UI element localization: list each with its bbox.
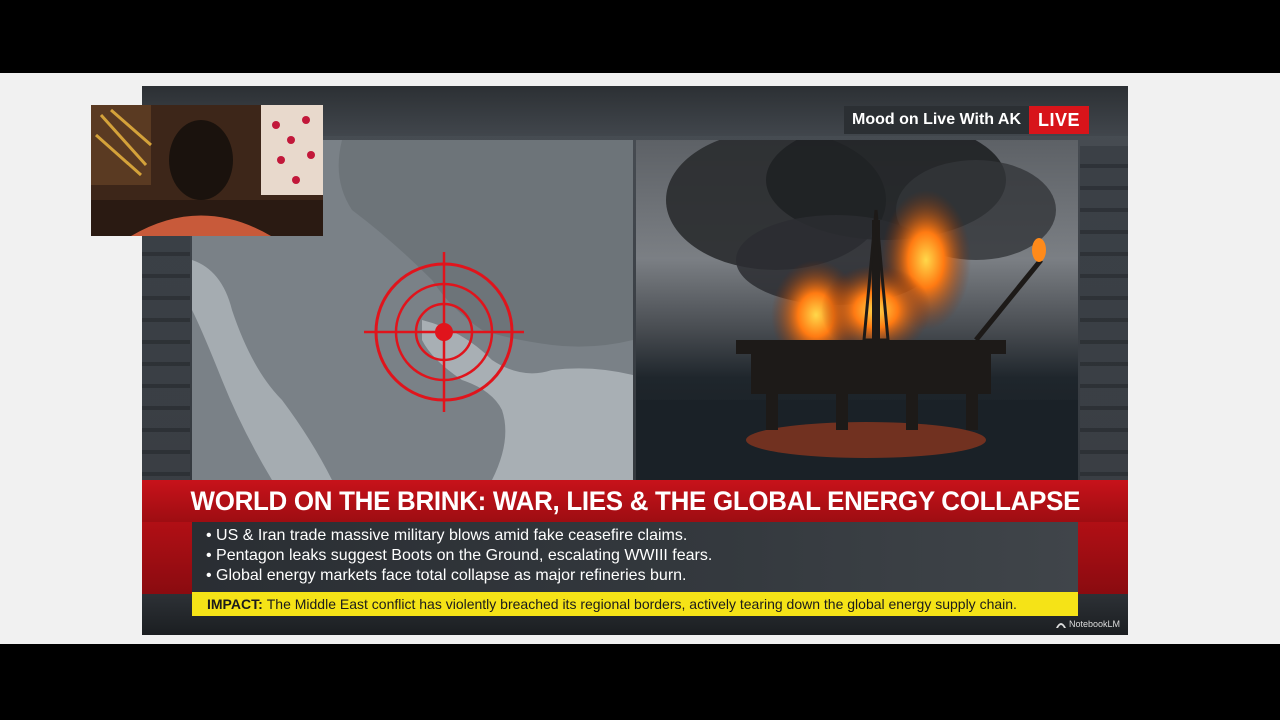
burning-oil-rig-image <box>636 140 1078 480</box>
headline-text: WORLD ON THE BRINK: WAR, LIES & THE GLOB… <box>190 485 1080 516</box>
impact-ticker: IMPACT: The Middle East conflict has vio… <box>192 592 1078 616</box>
live-broadcast-tag: Mood on Live With AK LIVE <box>844 106 1090 134</box>
bullet-item: US & Iran trade massive military blows a… <box>206 526 1078 546</box>
oil-rig-illustration <box>636 140 1078 480</box>
impact-text: The Middle East conflict has violently b… <box>266 596 1017 612</box>
impact-label: IMPACT: <box>207 596 263 612</box>
bullet-item: Pentagon leaks suggest Boots on the Grou… <box>206 546 1078 566</box>
watermark-text: NotebookLM <box>1068 619 1120 629</box>
bullet-item: Global energy markets face total collaps… <box>206 566 1078 586</box>
bullet-list-panel: US & Iran trade massive military blows a… <box>192 522 1078 592</box>
watermark: NotebookLM <box>1055 619 1120 629</box>
live-badge: LIVE <box>1029 106 1090 134</box>
host-label: Mood on Live With AK <box>844 106 1030 134</box>
studio-panel-right <box>1080 146 1128 486</box>
webcam-overlay <box>91 105 323 236</box>
presenter-video <box>91 105 323 236</box>
headline-banner: WORLD ON THE BRINK: WAR, LIES & THE GLOB… <box>142 480 1128 522</box>
notebooklm-logo-icon <box>1055 623 1066 628</box>
bullet-list: US & Iran trade massive military blows a… <box>192 522 1078 586</box>
